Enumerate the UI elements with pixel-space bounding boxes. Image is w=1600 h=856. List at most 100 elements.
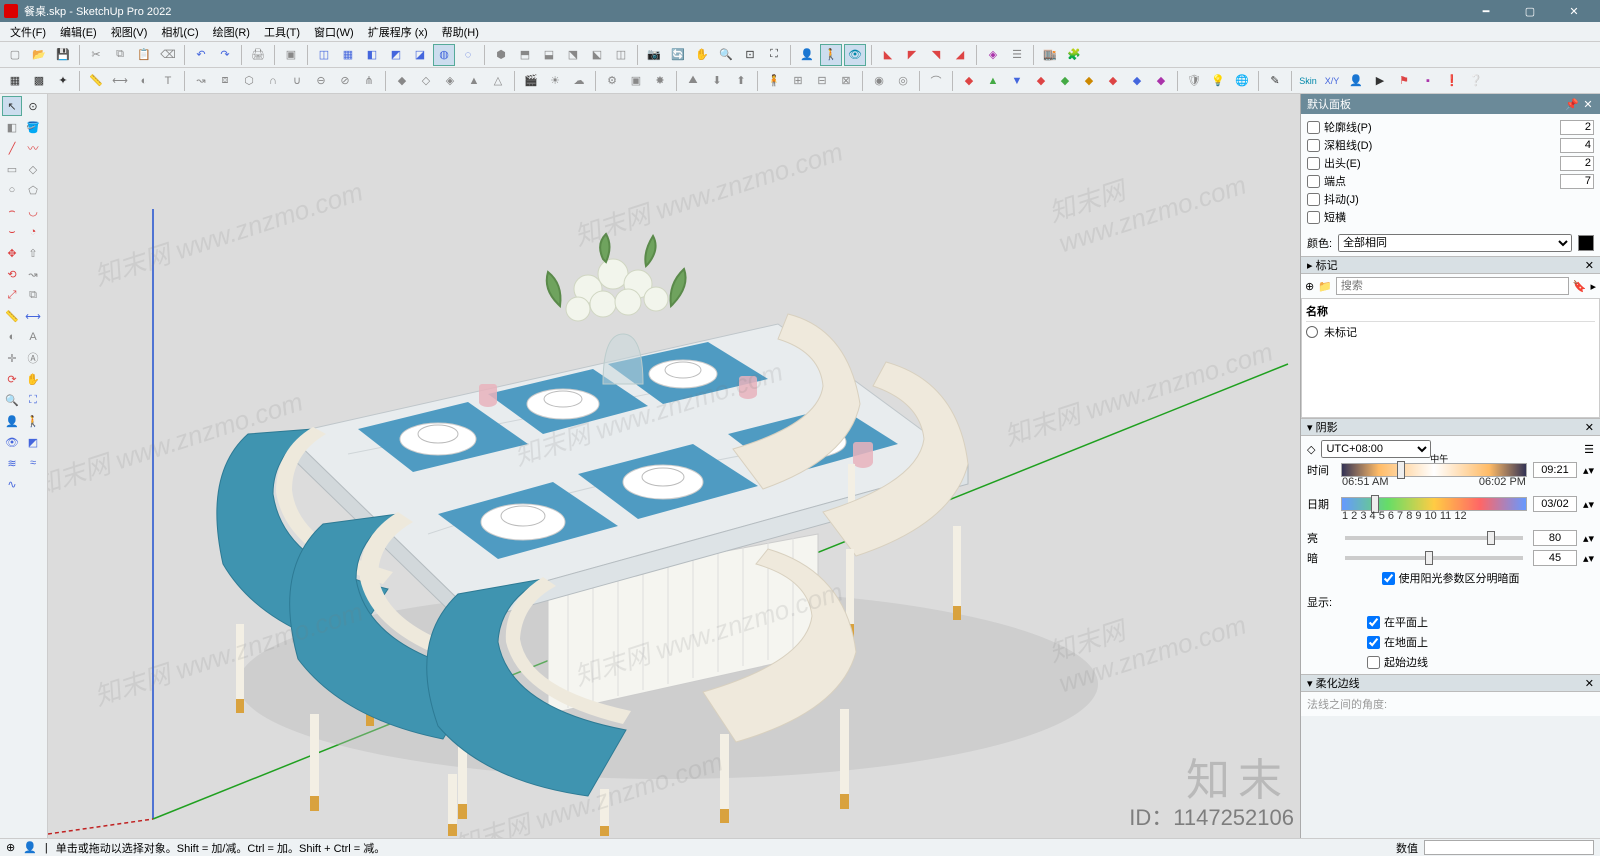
- close-button[interactable]: ✕: [1552, 0, 1596, 22]
- shadow-icon[interactable]: ☀: [544, 70, 566, 92]
- folder-icon[interactable]: 📁: [1318, 280, 1332, 293]
- back-edges-icon[interactable]: ◌: [457, 44, 479, 66]
- new-icon[interactable]: ▢: [4, 44, 26, 66]
- zoom-extents-icon[interactable]: ⛶: [763, 44, 785, 66]
- lookaround-tool-icon[interactable]: 👁: [2, 432, 22, 452]
- dark-stepper-icon[interactable]: ▴▾: [1583, 552, 1594, 565]
- lasso-tool-icon[interactable]: ⊙: [23, 96, 43, 116]
- globe-icon[interactable]: 🌐: [1231, 70, 1253, 92]
- paint-tool-icon[interactable]: 🪣: [23, 117, 43, 137]
- head-icon[interactable]: 👤: [1345, 70, 1367, 92]
- pan-tool-icon[interactable]: ✋: [23, 369, 43, 389]
- pencil-icon[interactable]: ✎: [1264, 70, 1286, 92]
- viewport[interactable]: 知末网 www.znzmo.com 知末网 www.znzmo.com 知末网 …: [48, 94, 1300, 838]
- help-icon[interactable]: ❔: [1465, 70, 1487, 92]
- fog-icon[interactable]: ☁: [568, 70, 590, 92]
- subtract-icon[interactable]: ⊖: [310, 70, 332, 92]
- tag-filter-icon[interactable]: 🔖: [1573, 280, 1587, 293]
- dimension-tool-icon[interactable]: ⟷: [23, 306, 43, 326]
- section-fill-icon[interactable]: ◢: [949, 44, 971, 66]
- axes-tool-icon[interactable]: ✛: [2, 348, 22, 368]
- scene-icon[interactable]: 🎬: [520, 70, 542, 92]
- person-icon[interactable]: 🧍: [763, 70, 785, 92]
- tag-search-input[interactable]: [1336, 277, 1569, 295]
- flag-icon[interactable]: ⚑: [1393, 70, 1415, 92]
- section-icon[interactable]: ◣: [877, 44, 899, 66]
- color-swatch[interactable]: [1578, 235, 1594, 251]
- section-display-icon[interactable]: ◤: [901, 44, 923, 66]
- sandbox-icon[interactable]: ⛰: [682, 70, 704, 92]
- bulb-icon[interactable]: 💡: [1207, 70, 1229, 92]
- dimension-icon[interactable]: ⟷: [109, 70, 131, 92]
- grid-icon-2[interactable]: ⊟: [811, 70, 833, 92]
- shadow-toggle-icon[interactable]: ◇: [1307, 443, 1315, 456]
- pin-icon[interactable]: 📌: [1566, 98, 1578, 110]
- default-panel-header[interactable]: 默认面板 📌✕: [1301, 94, 1600, 114]
- print-icon[interactable]: 🖨: [247, 44, 269, 66]
- stamp-icon[interactable]: ⬆: [730, 70, 752, 92]
- dark-value[interactable]: [1533, 550, 1577, 566]
- rotated-rect-tool-icon[interactable]: ◇: [23, 159, 43, 179]
- pan-icon[interactable]: ✋: [691, 44, 713, 66]
- solid-icon-1[interactable]: ◆: [391, 70, 413, 92]
- tape-icon[interactable]: 📏: [85, 70, 107, 92]
- select-tool-icon[interactable]: ↖: [2, 96, 22, 116]
- extension-value[interactable]: [1560, 156, 1594, 171]
- solid-icon-2[interactable]: ◇: [415, 70, 437, 92]
- solid-icon-3[interactable]: ◈: [439, 70, 461, 92]
- scale-tool-icon[interactable]: ⤢: [2, 285, 22, 305]
- date-stepper-icon[interactable]: ▴▾: [1583, 498, 1594, 511]
- polygon-tool-icon[interactable]: ⬠: [23, 180, 43, 200]
- style-icon-1[interactable]: ◉: [868, 70, 890, 92]
- soften-header[interactable]: ▾ 柔化边线 ✕: [1301, 674, 1600, 692]
- zoom-tool-icon[interactable]: 🔍: [2, 390, 22, 410]
- profiles-value[interactable]: [1560, 120, 1594, 135]
- shaded-icon[interactable]: ◧: [361, 44, 383, 66]
- outer-shell-icon[interactable]: ⬡: [238, 70, 260, 92]
- plan-icon[interactable]: ▦: [4, 70, 26, 92]
- close-shadows-icon[interactable]: ✕: [1585, 421, 1594, 434]
- light-stepper-icon[interactable]: ▴▾: [1583, 532, 1594, 545]
- dark-slider[interactable]: [1345, 556, 1523, 560]
- time-slider[interactable]: 06:51 AM06:02 PM: [1341, 463, 1527, 477]
- paste-icon[interactable]: 📋: [133, 44, 155, 66]
- union-icon[interactable]: ∪: [286, 70, 308, 92]
- grid-icon-3[interactable]: ⊠: [835, 70, 857, 92]
- red-diamond-icon[interactable]: ◆: [958, 70, 980, 92]
- iso-icon[interactable]: ⬢: [490, 44, 512, 66]
- trim-icon[interactable]: ⊘: [334, 70, 356, 92]
- endpoints-value[interactable]: [1560, 174, 1594, 189]
- pushpull-tool-icon[interactable]: ⇧: [23, 243, 43, 263]
- monochrome-icon[interactable]: ◪: [409, 44, 431, 66]
- intersect-icon[interactable]: ∩: [262, 70, 284, 92]
- cut-icon[interactable]: ✂: [85, 44, 107, 66]
- xy-icon[interactable]: X/Y: [1321, 70, 1343, 92]
- time-value[interactable]: [1533, 462, 1577, 478]
- text-icon[interactable]: T: [157, 70, 179, 92]
- timezone-select[interactable]: UTC+08:00: [1321, 440, 1431, 458]
- model-info-icon[interactable]: ▣: [280, 44, 302, 66]
- green-diamond-icon[interactable]: ◆: [1054, 70, 1076, 92]
- warehouse-icon[interactable]: 🏬: [1039, 44, 1061, 66]
- menu-draw[interactable]: 绘图(R): [207, 22, 256, 42]
- pie-tool-icon[interactable]: ◔: [23, 222, 43, 242]
- redo-icon[interactable]: ↷: [214, 44, 236, 66]
- menu-tools[interactable]: 工具(T): [258, 22, 306, 42]
- dashes-checkbox[interactable]: [1307, 211, 1320, 224]
- zoom-extents-tool-icon[interactable]: ⛶: [23, 390, 43, 410]
- geo-icon[interactable]: ⊕: [6, 841, 15, 854]
- close-panel-icon[interactable]: ✕: [1582, 98, 1594, 110]
- section-cut-icon[interactable]: ◥: [925, 44, 947, 66]
- purple-diamond-icon[interactable]: ◆: [1150, 70, 1172, 92]
- profiles-checkbox[interactable]: [1307, 121, 1320, 134]
- walk-icon[interactable]: 🚶: [820, 44, 842, 66]
- open-icon[interactable]: 📂: [28, 44, 50, 66]
- endpoints-checkbox[interactable]: [1307, 175, 1320, 188]
- menu-edit[interactable]: 编辑(E): [54, 22, 103, 42]
- from-edges-checkbox[interactable]: [1367, 656, 1380, 669]
- light-value[interactable]: [1533, 530, 1577, 546]
- extension-warehouse-icon[interactable]: 🧩: [1063, 44, 1085, 66]
- drape-icon[interactable]: ⬇: [706, 70, 728, 92]
- visibility-icon[interactable]: [1306, 326, 1318, 338]
- blue-down-icon[interactable]: ▼: [1006, 70, 1028, 92]
